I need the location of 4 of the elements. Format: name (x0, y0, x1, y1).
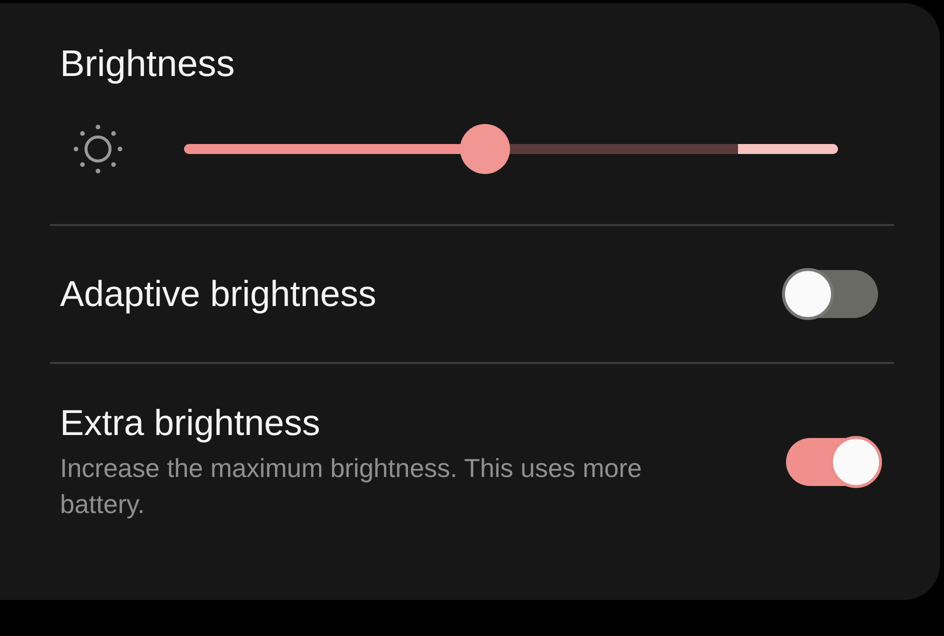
setting-label: Adaptive brightness (60, 273, 376, 315)
setting-description: Increase the maximum brightness. This uses more battery. (60, 452, 643, 521)
setting-label: Extra brightness (60, 402, 322, 444)
section-title: Brightness (60, 43, 235, 85)
